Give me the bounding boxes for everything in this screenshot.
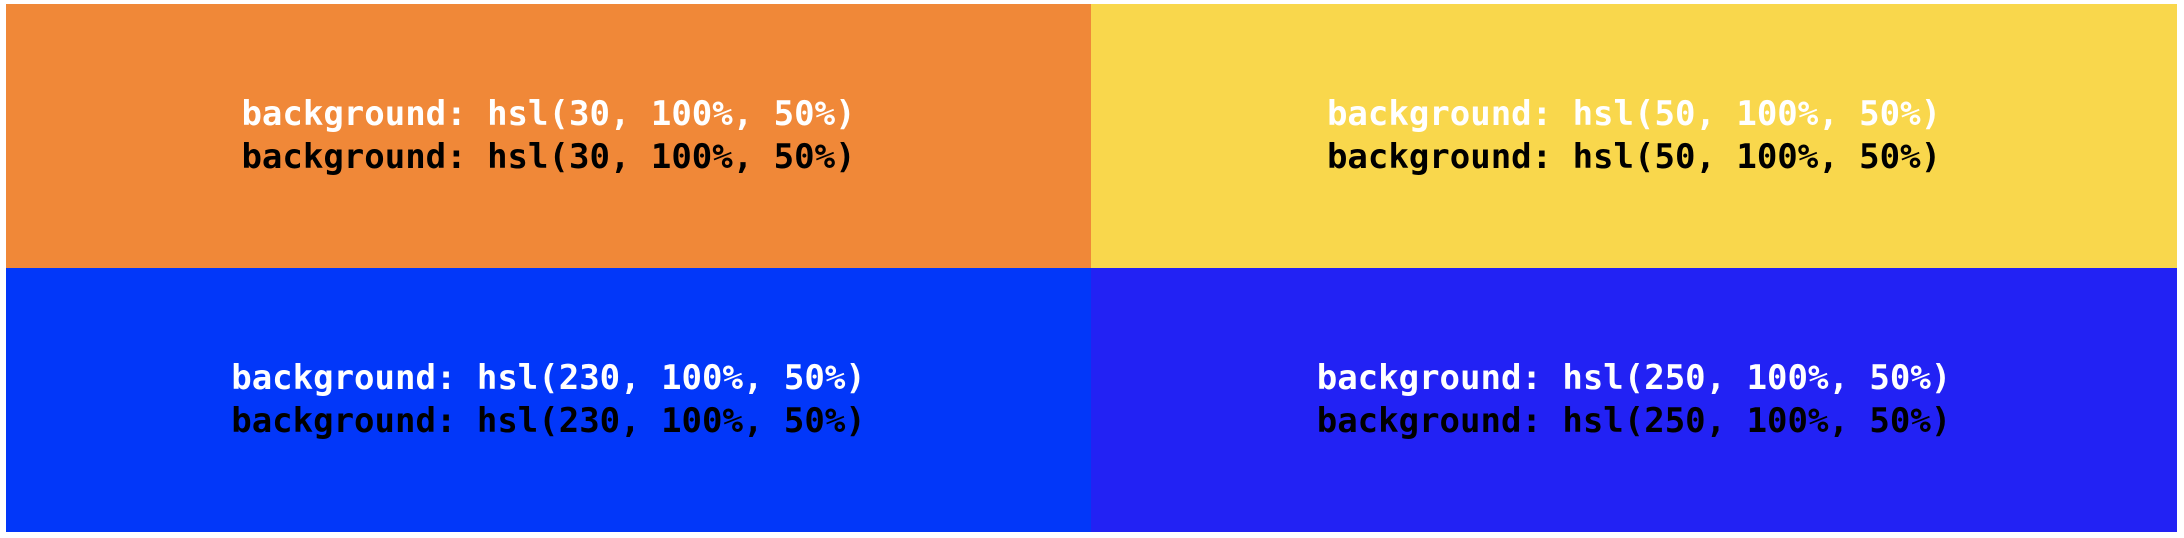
black-text-line: background: hsl(230, 100%, 50%) <box>231 401 866 441</box>
tile-hsl-250: background: hsl(250, 100%, 50%) backgrou… <box>1091 268 2177 532</box>
black-text-line: background: hsl(30, 100%, 50%) <box>241 137 856 177</box>
tile-hsl-30: background: hsl(30, 100%, 50%) backgroun… <box>6 4 1091 268</box>
white-text-line: background: hsl(30, 100%, 50%) <box>241 94 856 134</box>
white-text-line: background: hsl(50, 100%, 50%) <box>1326 94 1942 134</box>
tile-hsl-230: background: hsl(230, 100%, 50%) backgrou… <box>6 268 1091 532</box>
white-text-line: background: hsl(250, 100%, 50%) <box>1316 358 1952 398</box>
color-swatch-grid: background: hsl(30, 100%, 50%) backgroun… <box>6 4 2177 532</box>
black-text-line: background: hsl(250, 100%, 50%) <box>1316 401 1952 441</box>
tile-hsl-50: background: hsl(50, 100%, 50%) backgroun… <box>1091 4 2177 268</box>
black-text-line: background: hsl(50, 100%, 50%) <box>1326 137 1942 177</box>
white-text-line: background: hsl(230, 100%, 50%) <box>231 358 866 398</box>
